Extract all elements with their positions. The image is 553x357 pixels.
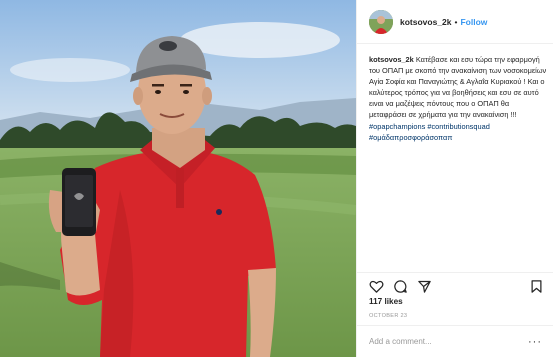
separator-dot: • — [454, 16, 458, 27]
avatar-image — [369, 9, 393, 34]
post-date[interactable]: OCTOBER 23 — [369, 313, 407, 319]
heart-icon[interactable] — [369, 279, 384, 294]
share-icon[interactable] — [417, 279, 432, 294]
comment-input[interactable] — [369, 337, 519, 346]
avatar[interactable] — [369, 9, 393, 34]
post-photo[interactable] — [0, 0, 356, 357]
comment-bubble-icon[interactable] — [393, 279, 408, 294]
more-options-button[interactable]: ··· — [528, 336, 542, 348]
golf-course-portrait-image — [0, 0, 356, 357]
post-header: kotsovos_2k • Follow — [357, 0, 553, 44]
hashtag-link[interactable]: #contributionsquad — [427, 122, 489, 131]
caption-text: Κατέβασε και εσυ τώρα την εφαρμογή του Ο… — [369, 55, 547, 120]
caption-username-link[interactable]: kotsovos_2k — [369, 55, 414, 64]
username-link[interactable]: kotsovos_2k — [400, 17, 452, 27]
hashtag-link[interactable]: #ομάδαπροσφοράσοπαπ — [369, 133, 452, 142]
comment-bar: ··· — [357, 325, 553, 357]
follow-button[interactable]: Follow — [460, 17, 487, 27]
hashtag-link[interactable]: #opapchampions — [369, 122, 425, 131]
post-caption: kotsovos_2k Κατέβασε και εσυ τώρα την εφ… — [369, 54, 547, 143]
like-count[interactable]: 117 likes — [369, 297, 403, 306]
post-side-panel: kotsovos_2k • Follow kotsovos_2k Κατέβασ… — [356, 0, 553, 357]
bookmark-icon[interactable] — [529, 279, 544, 294]
post-actions-bar — [357, 272, 553, 298]
